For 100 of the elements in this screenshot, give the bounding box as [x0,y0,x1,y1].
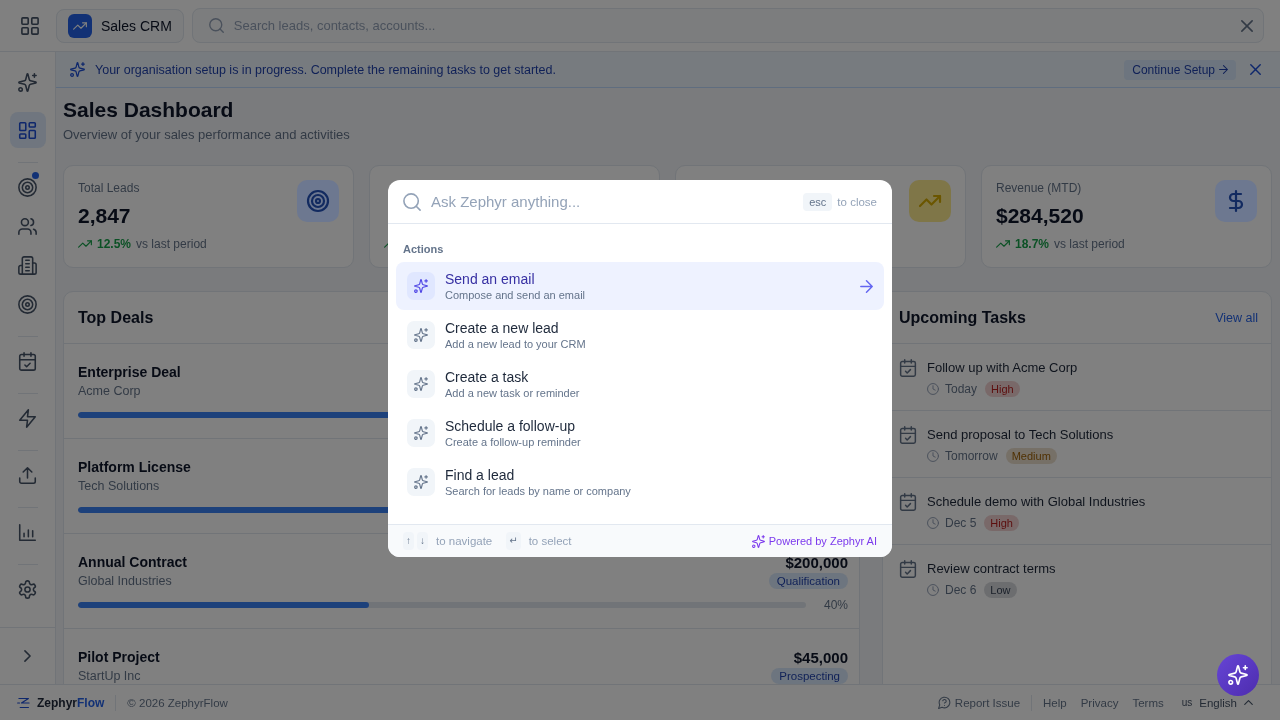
settings-icon [18,579,37,599]
sparkle-icon [1228,665,1248,685]
stat-value: 2,847 [78,203,131,229]
help-icon [937,696,951,709]
language-selector[interactable]: us English [1181,696,1253,709]
panel-title: Upcoming Tasks [899,308,1026,327]
bar-chart-icon [18,522,37,542]
sidebar-nav-button[interactable] [9,112,46,148]
stat-value: $284,520 [996,203,1084,229]
report-issue-link[interactable]: Report Issue [937,696,1021,709]
panel-title: Top Deals [78,308,154,327]
target-icon [18,294,37,314]
chevron-up-icon [1244,700,1253,705]
task-title: Send proposal to Tech Solutions [927,426,1114,444]
stat-label: Total Leads [78,180,140,197]
deal-amount: $45,000 [793,649,848,667]
building-icon [18,255,37,275]
priority-badge: Medium [1005,448,1057,464]
dashboard-icon [18,120,37,140]
sparkle-icon [407,272,435,300]
task-title: Follow up with Acme Corp [927,359,1078,377]
keyboard-key: ↵ [506,532,521,550]
keyboard-key: esc [803,192,833,211]
keyboard-key: ↓ [417,532,428,550]
task-title: Schedule demo with Global Industries [927,493,1146,511]
progress-percent: 40% [823,598,848,612]
priority-badge: Low [984,582,1017,598]
priority-badge: High [985,381,1020,397]
change-note: vs last period [1054,236,1125,253]
deal-name: Annual Contract [78,553,187,572]
clock-icon [927,450,939,462]
sparkle-icon [407,468,435,496]
clock-icon [927,517,939,529]
sparkle-icon [70,62,85,77]
continue-setup-button[interactable]: Continue Setup [1124,59,1236,80]
key-hint: to navigate [436,535,493,547]
powered-by-text: Powered by Zephyr AI [768,535,877,547]
users-icon [18,216,37,236]
chevron-right-icon [24,650,31,662]
sparkle-icon [18,72,37,92]
arrow-right-icon [860,279,873,293]
close-icon[interactable] [1250,64,1261,75]
change-percent: 12.5% [97,236,132,253]
footer-link[interactable]: Help [1043,696,1067,709]
task-due-date: Tomorrow [945,449,998,463]
page-subtitle: Overview of your sales performance and activities [63,126,350,144]
sparkle-icon [751,534,765,548]
change-note: vs last period [136,236,207,253]
page-title: Sales Dashboard [63,97,234,123]
clock-icon [927,383,939,395]
company-name: StartUp Inc [78,669,141,684]
ask-input[interactable]: Ask Zephyr anything... [431,191,804,212]
close-icon[interactable] [1241,19,1253,32]
section-label: Actions [402,242,445,257]
deal-name: Pilot Project [78,648,160,667]
key-hint: to close [837,195,877,208]
target-icon [18,177,37,197]
task-due-date: Dec 5 [945,516,977,530]
calendar-check-icon [899,560,917,578]
footer-link[interactable]: Terms [1132,696,1164,709]
company-name: Tech Solutions [78,479,160,494]
sparkle-icon [407,370,435,398]
command-item[interactable]: Schedule a follow-up Create a follow-up reminder [396,409,884,457]
copyright-text: © 2026 ZephyrFlow [127,696,228,709]
brand-logo-icon [17,695,31,710]
sparkle-icon [407,321,435,349]
deal-name: Platform License [78,458,191,477]
company-name: Acme Corp [78,384,141,399]
footer-link[interactable]: Privacy [1080,696,1119,709]
clock-icon [927,584,939,596]
command-item[interactable]: Find a lead Search for leads by name or company [396,458,884,506]
lightning-icon [18,408,37,428]
company-name: Global Industries [78,574,172,589]
view-all-link[interactable]: View all [1215,310,1258,325]
banner-message: Your organisation setup is in progress. Complete the remaining tasks to get started. [95,62,556,77]
priority-badge: High [984,515,1019,531]
task-due-date: Dec 6 [945,583,977,597]
command-item[interactable]: Create a new lead Add a new lead to your CRM [396,311,884,359]
calendar-check-icon [899,359,917,377]
search-icon [208,18,224,33]
task-due-date: Today [945,382,978,396]
deal-name: Enterprise Deal [78,363,181,382]
stage-badge: Prospecting [771,668,848,684]
change-percent: 18.7% [1015,236,1050,253]
app-switcher-button[interactable]: Sales CRM [56,8,184,43]
command-item[interactable]: Send an email Compose and send an email [396,262,884,310]
task-title: Review contract terms [927,560,1056,578]
calendar-check-icon [899,426,917,444]
search-icon [403,192,421,211]
calendar-check-icon [18,351,37,371]
calendar-check-icon [899,493,917,511]
command-item[interactable]: Create a task Add a new task or reminder [396,360,884,408]
brand-name: ZephyrFlow [37,695,105,710]
stat-label: Revenue (MTD) [996,180,1082,197]
arrow-right-icon [1219,65,1228,74]
sparkle-icon [407,419,435,447]
key-hint: to select [528,535,572,547]
keyboard-key: ↑ [403,532,414,550]
trend-up-icon [68,13,92,38]
upload-icon [18,465,37,485]
